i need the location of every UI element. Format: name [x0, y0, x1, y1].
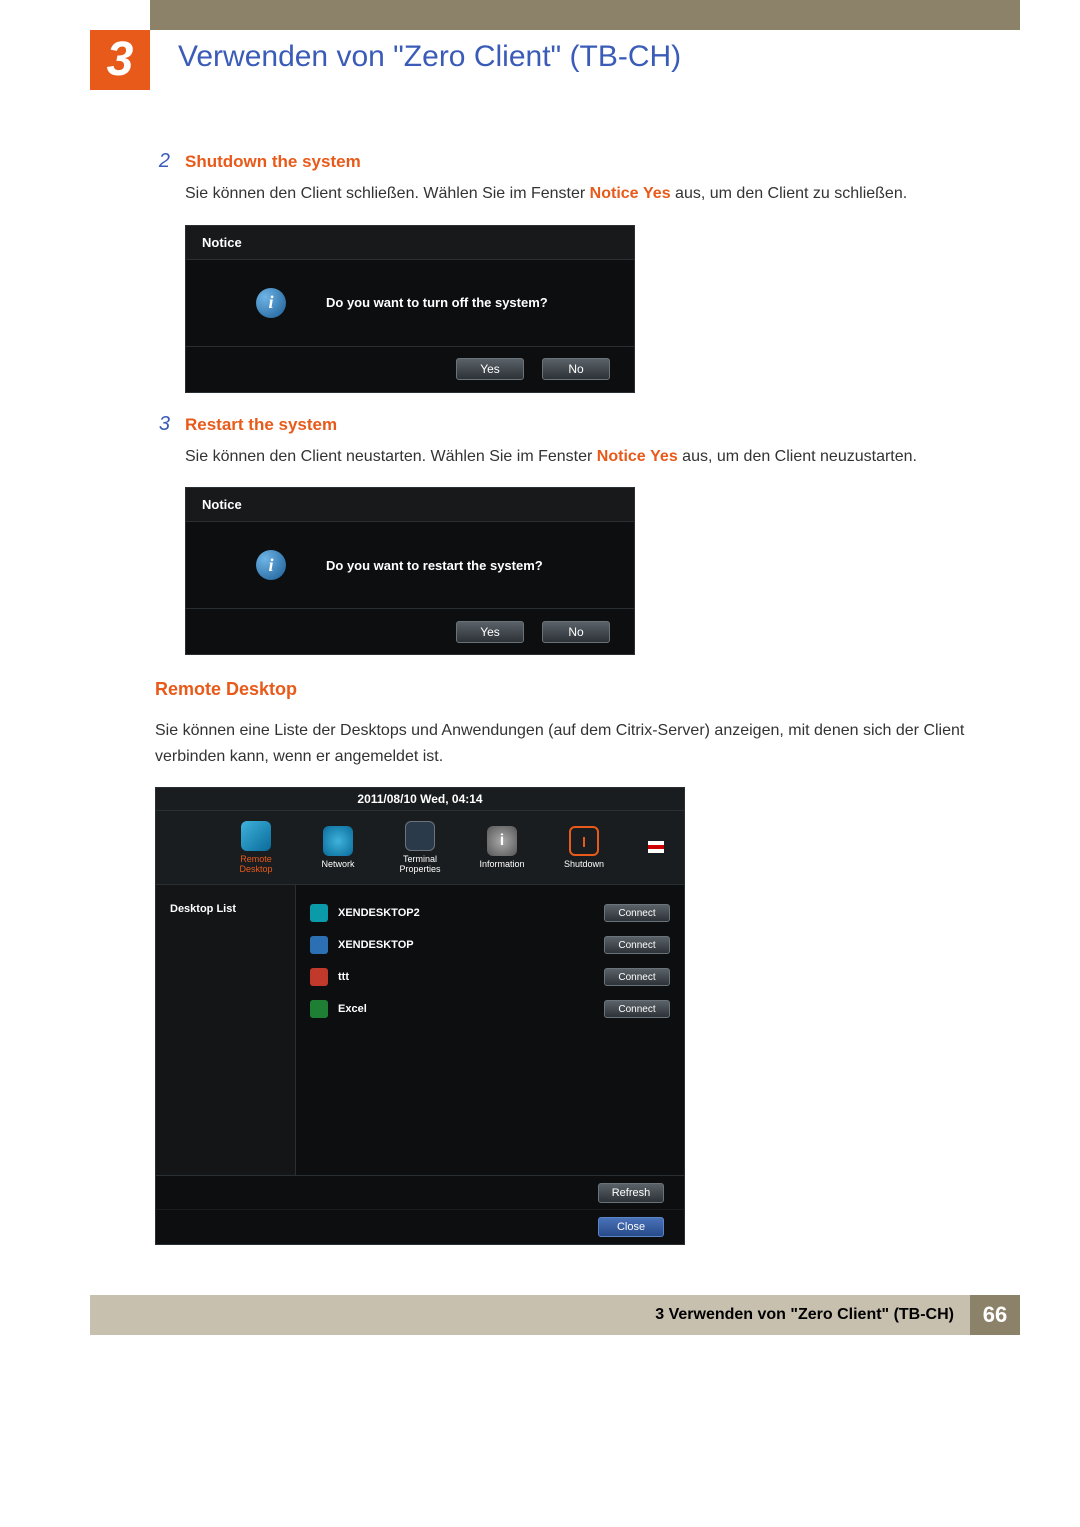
dialog-titlebar: Notice	[186, 226, 634, 260]
step-heading: Shutdown the system	[185, 152, 361, 172]
step-number: 2	[90, 150, 185, 173]
dialog-title: Notice	[202, 497, 242, 512]
remote-desktop-body: Sie können eine Liste der Desktops und A…	[155, 718, 990, 769]
datetime-bar: 2011/08/10 Wed, 04:14	[156, 788, 684, 811]
remote-desktop-heading: Remote Desktop	[155, 679, 990, 700]
terminal-icon	[405, 821, 435, 851]
step-2-header: 2 Shutdown the system	[90, 150, 990, 173]
restart-dialog: Notice i Do you want to restart the syst…	[185, 487, 635, 655]
tool-label: Shutdown	[564, 860, 604, 870]
step-2-body: Sie können den Client schließen. Wählen …	[185, 181, 990, 207]
no-button[interactable]: No	[542, 358, 610, 380]
tool-label: Information	[479, 860, 524, 870]
page-number: 66	[983, 1302, 1007, 1328]
chapter-number: 3	[107, 36, 134, 84]
step-3-header: 3 Restart the system	[90, 413, 990, 436]
tool-information[interactable]: i Information	[470, 826, 534, 870]
list-item-label: XENDESKTOP2	[338, 907, 604, 919]
app-icon	[310, 936, 328, 954]
app-icon	[310, 1000, 328, 1018]
tool-terminal-properties[interactable]: Terminal Properties	[388, 821, 452, 875]
connect-button[interactable]: Connect	[604, 904, 670, 922]
network-icon	[323, 826, 353, 856]
list-item: ttt Connect	[310, 961, 670, 993]
content: 2 Shutdown the system Sie können den Cli…	[90, 150, 990, 1245]
tool-label: Remote Desktop	[224, 855, 288, 875]
yes-button[interactable]: Yes	[456, 358, 524, 380]
tool-label: Network	[321, 860, 354, 870]
tool-network[interactable]: Network	[306, 826, 370, 870]
desktop-list: XENDESKTOP2 Connect XENDESKTOP Connect t…	[296, 885, 684, 1175]
close-button[interactable]: Close	[598, 1217, 664, 1237]
step-number: 3	[90, 413, 185, 436]
window-footer: Refresh Close	[156, 1175, 684, 1244]
chapter-badge: 3	[90, 30, 150, 90]
list-item-label: Excel	[338, 1003, 604, 1015]
dialog-titlebar: Notice	[186, 488, 634, 522]
app-icon	[310, 968, 328, 986]
list-item-label: ttt	[338, 971, 604, 983]
step-heading: Restart the system	[185, 415, 337, 435]
yes-button[interactable]: Yes	[456, 621, 524, 643]
remote-desktop-icon	[241, 821, 271, 851]
top-stripe	[90, 0, 1020, 30]
footer-text: 3 Verwenden von "Zero Client" (TB-CH)	[655, 1306, 954, 1324]
chapter-title: Verwenden von "Zero Client" (TB-CH)	[178, 40, 681, 74]
list-item: Excel Connect	[310, 993, 670, 1025]
remote-desktop-window: 2011/08/10 Wed, 04:14 Remote Desktop Net…	[155, 787, 685, 1245]
refresh-button[interactable]: Refresh	[598, 1183, 664, 1203]
connect-button[interactable]: Connect	[604, 936, 670, 954]
chapter-header: 3 Verwenden von "Zero Client" (TB-CH)	[90, 30, 1020, 90]
tool-label: Terminal Properties	[388, 855, 452, 875]
tool-remote-desktop[interactable]: Remote Desktop	[224, 821, 288, 875]
dialog-message: Do you want to turn off the system?	[326, 295, 548, 310]
language-flag-icon[interactable]	[648, 841, 664, 853]
list-item-label: XENDESKTOP	[338, 939, 604, 951]
page-footer: 3 Verwenden von "Zero Client" (TB-CH) 66	[90, 1295, 1020, 1335]
info-icon: i	[487, 826, 517, 856]
info-icon: i	[256, 550, 286, 580]
dialog-message: Do you want to restart the system?	[326, 558, 543, 573]
toolbar: Remote Desktop Network Terminal Properti…	[156, 811, 684, 885]
sidebar: Desktop List	[156, 885, 296, 1175]
list-item: XENDESKTOP Connect	[310, 929, 670, 961]
info-icon: i	[256, 288, 286, 318]
app-icon	[310, 904, 328, 922]
list-item: XENDESKTOP2 Connect	[310, 897, 670, 929]
shutdown-dialog: Notice i Do you want to turn off the sys…	[185, 225, 635, 393]
shutdown-icon	[569, 826, 599, 856]
connect-button[interactable]: Connect	[604, 968, 670, 986]
connect-button[interactable]: Connect	[604, 1000, 670, 1018]
sidebar-item-desktop-list[interactable]: Desktop List	[156, 899, 295, 919]
no-button[interactable]: No	[542, 621, 610, 643]
step-3-body: Sie können den Client neustarten. Wählen…	[185, 444, 990, 470]
dialog-title: Notice	[202, 235, 242, 250]
tool-shutdown[interactable]: Shutdown	[552, 826, 616, 870]
